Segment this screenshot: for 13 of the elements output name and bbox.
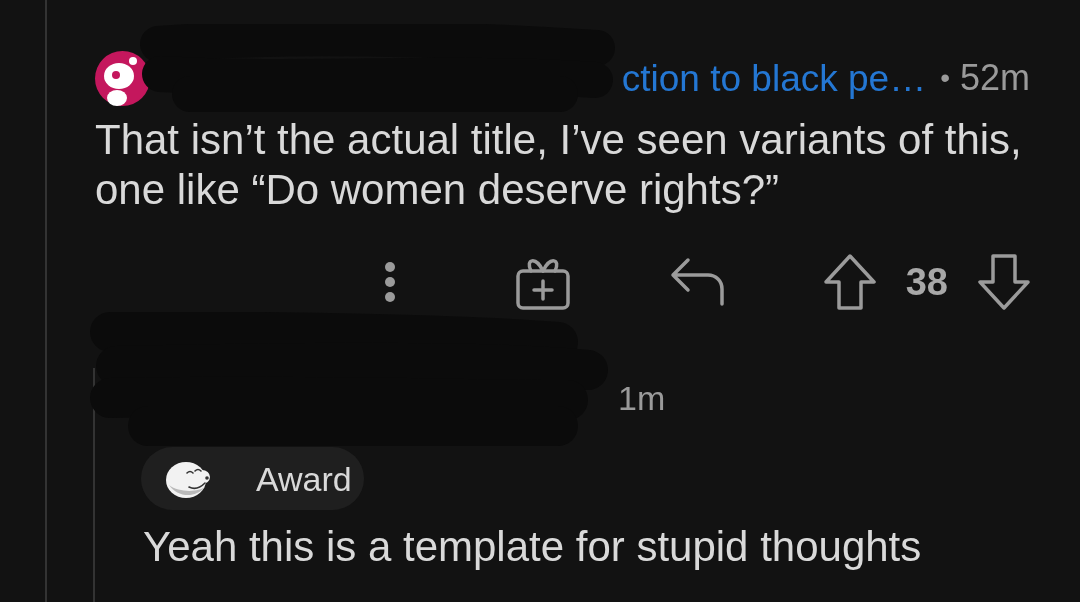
comment-body: That isn’t the actual title, I’ve seen variants of this, one like “Do women deserve rights?” [95,115,1023,215]
timestamp: 52m [959,60,1030,96]
vote-count: 38 [905,263,948,301]
avatar-icon[interactable] [95,50,150,106]
community-link[interactable]: ction to black pe… [621,59,927,97]
award-badge[interactable]: Award [141,447,364,510]
reply-icon[interactable] [669,258,724,306]
timestamp: 1m [618,381,666,415]
more-options-icon[interactable] [383,261,396,303]
separator-dot: • [940,64,950,92]
upvote-icon[interactable] [823,254,876,310]
comment-body: Yeah this is a template for stupid thoughts [143,522,923,572]
downvote-icon[interactable] [978,254,1030,310]
